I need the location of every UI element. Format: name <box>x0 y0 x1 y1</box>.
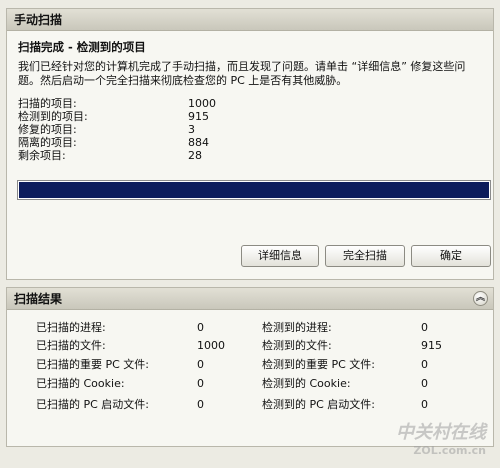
details-button[interactable]: 详细信息 <box>241 245 319 267</box>
scan-progress-bar <box>17 180 491 200</box>
stat-value: 884 <box>188 136 209 149</box>
watermark-site: ZOL.com.cn <box>413 444 486 457</box>
stat-label: 剩余项目: <box>18 149 66 162</box>
result-label: 检测到的重要 PC 文件: <box>262 358 376 371</box>
result-value: 0 <box>197 321 204 334</box>
scan-description: 我们已经针对您的计算机完成了手动扫描，而且发现了问题。请单击 “详细信息” 修复… <box>18 60 466 87</box>
scan-progress-fill <box>19 182 489 198</box>
result-label: 检测到的 PC 启动文件: <box>262 398 376 411</box>
result-value: 0 <box>421 358 428 371</box>
result-label: 已扫描的重要 PC 文件: <box>36 358 150 371</box>
double-chevron-up-icon[interactable]: ︽ <box>473 291 488 306</box>
stat-row-scanned: 扫描的项目: 1000 <box>18 97 485 110</box>
stat-row-detected: 检测到的项目: 915 <box>18 110 485 123</box>
result-row-important-files: 已扫描的重要 PC 文件: 0 检测到的重要 PC 文件: 0 <box>7 358 493 372</box>
result-label: 检测到的进程: <box>262 321 332 334</box>
result-label: 已扫描的进程: <box>36 321 106 334</box>
full-scan-button[interactable]: 完全扫描 <box>325 245 405 267</box>
scan-results-header: 扫描结果 ︽ <box>7 288 493 310</box>
result-label: 已扫描的 Cookie: <box>36 377 125 390</box>
result-label: 检测到的 Cookie: <box>262 377 351 390</box>
scan-complete-subtitle: 扫描完成 - 检测到的项目 <box>18 40 146 54</box>
stat-value: 3 <box>188 123 195 136</box>
scan-stats: 扫描的项目: 1000 检测到的项目: 915 修复的项目: 3 隔离的项目: … <box>18 97 485 162</box>
stat-value: 1000 <box>188 97 216 110</box>
result-value: 0 <box>197 377 204 390</box>
stat-label: 扫描的项目: <box>18 97 77 110</box>
result-label: 检测到的文件: <box>262 339 332 352</box>
stat-label: 隔离的项目: <box>18 136 77 149</box>
result-label: 已扫描的 PC 启动文件: <box>36 398 150 411</box>
result-value: 0 <box>421 398 428 411</box>
result-value: 0 <box>197 358 204 371</box>
result-row-cookies: 已扫描的 Cookie: 0 检测到的 Cookie: 0 <box>7 377 493 391</box>
result-row-processes: 已扫描的进程: 0 检测到的进程: 0 <box>7 321 493 335</box>
result-value: 1000 <box>197 339 225 352</box>
result-value: 915 <box>421 339 442 352</box>
watermark-text: 中关村在线 <box>396 422 486 443</box>
scan-body: 扫描完成 - 检测到的项目 我们已经针对您的计算机完成了手动扫描，而且发现了问题… <box>18 39 485 162</box>
manual-scan-panel: 手动扫描 扫描完成 - 检测到的项目 我们已经针对您的计算机完成了手动扫描，而且… <box>6 8 494 280</box>
result-value: 0 <box>421 321 428 334</box>
scan-results-title: 扫描结果 <box>14 292 63 306</box>
stat-value: 915 <box>188 110 209 123</box>
stat-label: 检测到的项目: <box>18 110 88 123</box>
stat-row-remaining: 剩余项目: 28 <box>18 149 485 162</box>
result-row-files: 已扫描的文件: 1000 检测到的文件: 915 <box>7 339 493 353</box>
result-value: 0 <box>197 398 204 411</box>
zol-watermark: 中关村在线 ZOL.com.cn <box>396 424 486 460</box>
ok-button[interactable]: 确定 <box>411 245 491 267</box>
stat-row-repaired: 修复的项目: 3 <box>18 123 485 136</box>
result-value: 0 <box>421 377 428 390</box>
result-label: 已扫描的文件: <box>36 339 106 352</box>
stat-value: 28 <box>188 149 202 162</box>
stat-row-quarantined: 隔离的项目: 884 <box>18 136 485 149</box>
result-row-startup-files: 已扫描的 PC 启动文件: 0 检测到的 PC 启动文件: 0 <box>7 398 493 412</box>
stat-label: 修复的项目: <box>18 123 77 136</box>
manual-scan-header: 手动扫描 <box>7 9 493 31</box>
